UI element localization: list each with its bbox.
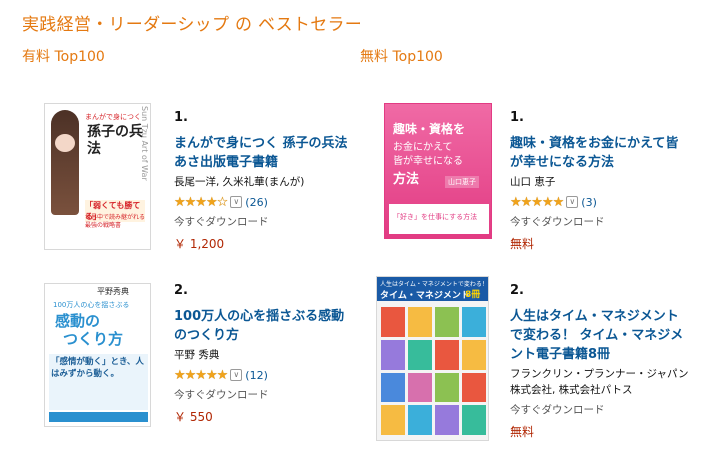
book-author: フランクリン・プランナー・ジャパン株式会社, 株式会社パトス (510, 368, 689, 396)
price: ￥ 1,200 (174, 237, 225, 251)
book-title-link[interactable]: まんがで身につく 孫子の兵法 あさ出版電子書籍 (174, 134, 354, 172)
cover-badge: 8冊 (465, 290, 481, 300)
star-rating-icon[interactable]: ★★★★★ (174, 368, 228, 383)
price: 無料 (510, 425, 535, 439)
book-title-link[interactable]: 人生はタイム・マネジメントで変わる！ タイム・マネジメント電子書籍8冊 (510, 307, 690, 364)
book-cover-paid-2[interactable]: 平野秀典 100万人の心を揺さぶる 感動の つくり方 「感情が動く」とき、人はみ… (44, 283, 151, 427)
manga-character-illustration (51, 110, 79, 215)
price: 無料 (510, 237, 535, 251)
cover-author: 平野秀典 (97, 287, 129, 296)
rating-row: ★★★★★ ∨ (3) (510, 194, 690, 210)
cover-book-grid (381, 307, 486, 435)
cover-footer-text: 「好き」を仕事にする方法 (393, 213, 478, 221)
bestseller-item-free-1: 1. 趣味・資格をお金にかえて皆が幸せになる方法 山口 恵子 ★★★★★ ∨ (… (510, 110, 690, 252)
book-cover-free-1[interactable]: 趣味・資格を お金にかえて 皆が幸せになる 方法 山口恵子 「好き」を仕事にする… (384, 103, 492, 239)
book-author: 山口 恵子 (510, 176, 556, 188)
availability-text: 今すぐダウンロード (510, 404, 605, 416)
book-author: 平野 秀典 (174, 349, 220, 361)
star-rating-icon[interactable]: ★★★★★ (510, 195, 564, 210)
page-title: 実践経営・リーダーシップ の ベストセラー (22, 15, 363, 35)
book-cover-free-2[interactable]: 人生はタイム・マネジメントで変わる！ タイム・マネジメント 8冊 (376, 276, 489, 441)
cover-main-line2: つくり方 (63, 330, 124, 348)
cover-main-title: タイム・マネジメント (380, 291, 470, 301)
book-title-link[interactable]: 100万人の心を揺さぶる感動のつくり方 (174, 307, 354, 345)
cover-main-line4: 方法 (393, 172, 420, 187)
rank-number: 1. (510, 110, 524, 125)
review-count-link[interactable]: (3) (581, 196, 597, 209)
cover-main-line1: 趣味・資格を (393, 122, 466, 136)
bestseller-item-paid-2: 2. 100万人の心を揺さぶる感動のつくり方 平野 秀典 ★★★★★ ∨ (12… (174, 283, 354, 425)
chevron-down-icon[interactable]: ∨ (566, 196, 579, 208)
price: ￥ 550 (174, 410, 213, 424)
cover-badge: まんがで身につく (85, 113, 141, 121)
review-count-link[interactable]: (26) (245, 196, 268, 209)
bestseller-item-free-2: 2. 人生はタイム・マネジメントで変わる！ タイム・マネジメント電子書籍8冊 フ… (510, 283, 690, 440)
book-title-link[interactable]: 趣味・資格をお金にかえて皆が幸せになる方法 (510, 134, 690, 172)
rank-number: 2. (174, 283, 188, 298)
cover-main-line1: 感動の (55, 312, 101, 330)
rank-number: 2. (510, 283, 524, 298)
star-rating-icon[interactable]: ★★★★☆ (174, 195, 228, 210)
paid-top100-link[interactable]: 有料 Top100 (22, 46, 105, 66)
cover-subtitle: 世界中で読み継がれる最強の戦略書 (85, 214, 146, 229)
cover-main-line3: 皆が幸せになる (393, 156, 463, 167)
cover-main-line2: お金にかえて (393, 142, 453, 153)
availability-text: 今すぐダウンロード (510, 216, 605, 228)
chevron-down-icon[interactable]: ∨ (230, 369, 243, 381)
cover-main-title: 孫子の兵法 (87, 124, 143, 157)
rating-row: ★★★★★ ∨ (12) (174, 367, 354, 383)
cover-phrase: 「感情が動く」とき、人はみずから動く。 (51, 357, 144, 379)
cover-footer-bar (49, 412, 148, 422)
character-face (55, 134, 75, 152)
availability-text: 今すぐダウンロード (174, 216, 269, 228)
rank-number: 1. (174, 110, 188, 125)
bestseller-item-paid-1: 1. まんがで身につく 孫子の兵法 あさ出版電子書籍 長尾一洋, 久米礼華(まん… (174, 110, 354, 252)
cover-author: 山口恵子 (445, 176, 479, 188)
rating-row: ★★★★☆ ∨ (26) (174, 194, 354, 210)
availability-text: 今すぐダウンロード (174, 389, 269, 401)
book-cover-paid-1[interactable]: Sun Tzu Art of War まんがで身につく 孫子の兵法 「弱くても勝… (44, 103, 151, 250)
cover-top-line: 100万人の心を揺さぶる (53, 301, 130, 309)
chevron-down-icon[interactable]: ∨ (230, 196, 243, 208)
book-author: 長尾一洋, 久米礼華(まんが) (174, 176, 305, 188)
review-count-link[interactable]: (12) (245, 369, 268, 382)
free-top100-link[interactable]: 無料 Top100 (360, 46, 443, 66)
